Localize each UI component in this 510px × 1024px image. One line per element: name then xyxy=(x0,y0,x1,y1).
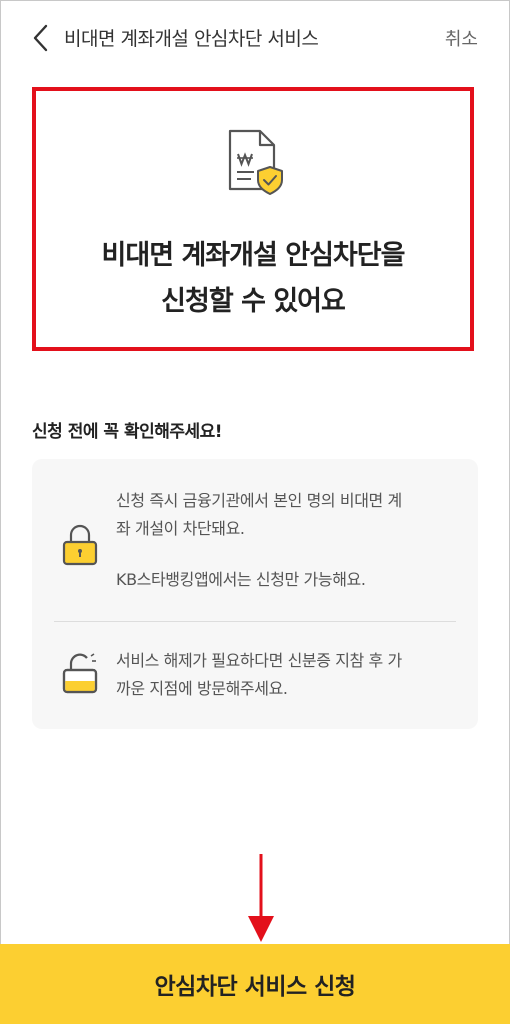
back-button[interactable] xyxy=(28,22,56,54)
notice-item-1-line1: 신청 즉시 금융기관에서 본인 명의 비대면 계 xyxy=(116,491,402,510)
hero-highlight-box: 비대면 계좌개설 안심차단을 신청할 수 있어요 xyxy=(32,87,474,351)
apply-service-label: 안심차단 서비스 신청 xyxy=(154,974,356,1000)
app-header: 비대면 계좌개설 안심차단 서비스 취소 xyxy=(0,0,510,76)
apply-service-button[interactable]: 안심차단 서비스 신청 xyxy=(0,944,510,1024)
page-title: 비대면 계좌개설 안심차단 서비스 xyxy=(64,28,319,50)
notice-item-1-line2: 좌 개설이 차단돼요. xyxy=(116,519,245,538)
chevron-left-icon xyxy=(33,24,48,52)
red-arrow-annotation xyxy=(248,854,274,942)
hero-title-line1: 비대면 계좌개설 안심차단을 xyxy=(101,240,406,271)
lock-open-icon xyxy=(62,653,98,694)
notice-card: 신청 즉시 금융기관에서 본인 명의 비대면 계 좌 개설이 차단돼요. KB스… xyxy=(32,459,478,729)
notice-item-2-line1: 서비스 해제가 필요하다면 신분증 지참 후 가 xyxy=(116,651,402,670)
document-won-shield-icon xyxy=(228,129,283,195)
cancel-button[interactable]: 취소 xyxy=(445,25,478,51)
notice-heading: 신청 전에 꼭 확인해주세요! xyxy=(32,422,223,442)
lock-closed-icon xyxy=(62,524,98,566)
notice-item-2-line2: 까운 지점에 방문해주세요. xyxy=(116,679,288,698)
card-divider xyxy=(54,621,456,622)
hero-title-line2: 신청할 수 있어요 xyxy=(161,286,346,317)
notice-item-1-line3: KB스타뱅킹앱에서는 신청만 가능해요. xyxy=(116,570,366,589)
